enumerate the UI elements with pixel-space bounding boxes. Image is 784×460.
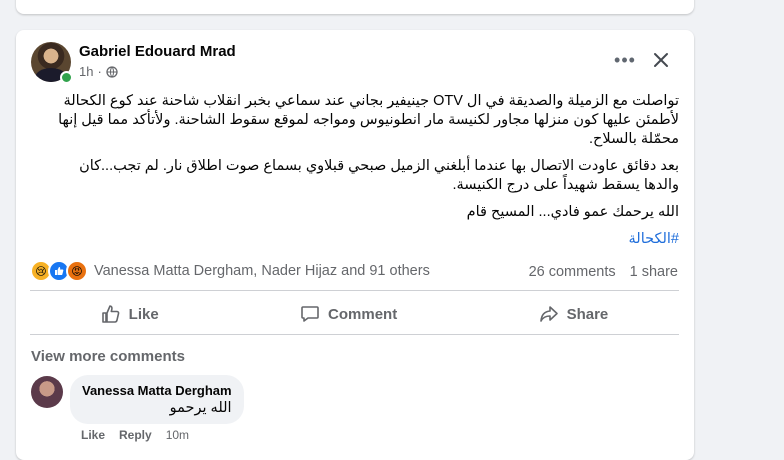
- post-card: Gabriel Edouard Mrad 1h · ••• تواصلت مع …: [16, 30, 694, 460]
- comment-button[interactable]: Comment: [300, 304, 397, 324]
- share-label: Share: [566, 305, 609, 323]
- post-action-bar: Like Comment Share: [30, 298, 679, 330]
- hashtag-link[interactable]: #الكحالة: [629, 231, 680, 247]
- post-body: تواصلت مع الزميلة والصديقة في ال OTV جين…: [56, 92, 679, 257]
- comments-count[interactable]: 26 comments: [529, 264, 616, 280]
- more-horizontal-icon: •••: [614, 49, 636, 70]
- post-meta: 1h ·: [79, 64, 118, 79]
- reactions-names[interactable]: Vanessa Matta Dergham, Nader Hijaz and 9…: [94, 263, 430, 279]
- previous-post-card: [16, 0, 694, 14]
- more-options-button[interactable]: •••: [612, 47, 638, 73]
- separator-dot: ·: [97, 64, 102, 79]
- close-icon: [654, 53, 668, 67]
- commenter-avatar[interactable]: [31, 376, 63, 408]
- post-paragraph-2: بعد دقائق عاودت الاتصال بها عندما أبلغني…: [79, 158, 679, 193]
- post-author-name[interactable]: Gabriel Edouard Mrad: [79, 43, 236, 60]
- comment-icon: [301, 306, 319, 322]
- comment-bubble: Vanessa Matta Dergham الله يرحمو: [70, 375, 244, 424]
- shares-count[interactable]: 1 share: [630, 264, 678, 280]
- share-button[interactable]: Share: [539, 304, 609, 324]
- divider-bottom: [30, 334, 679, 335]
- thumbs-up-icon: [101, 305, 120, 323]
- like-label: Like: [128, 305, 159, 323]
- like-button[interactable]: Like: [101, 304, 159, 324]
- post-time[interactable]: 1h: [79, 64, 93, 79]
- online-status-dot: [60, 71, 73, 84]
- engagement-counts: 26 comments 1 share: [529, 264, 678, 280]
- comment-actions: Like Reply 10m: [81, 428, 189, 442]
- reactions-summary[interactable]: 😢 😡 Vanessa Matta Dergham, Nader Hijaz a…: [30, 260, 430, 282]
- comment-time[interactable]: 10m: [166, 428, 189, 442]
- comment-author[interactable]: Vanessa Matta Dergham: [82, 383, 232, 398]
- view-more-comments-link[interactable]: View more comments: [31, 348, 185, 365]
- angry-reaction-icon: 😡: [66, 260, 88, 282]
- comment-like-button[interactable]: Like: [81, 428, 105, 442]
- comment-reply-button[interactable]: Reply: [119, 428, 152, 442]
- share-icon: [539, 306, 558, 322]
- globe-icon: [106, 65, 118, 78]
- post-paragraph-1: تواصلت مع الزميلة والصديقة في ال OTV جين…: [58, 93, 679, 147]
- divider-top: [30, 290, 679, 291]
- comment-text: الله يرحمو: [169, 400, 232, 416]
- post-paragraph-3: الله يرحمك عمو فادي... المسيح قام: [466, 204, 679, 220]
- close-post-button[interactable]: [648, 47, 674, 73]
- comment-label: Comment: [328, 305, 398, 323]
